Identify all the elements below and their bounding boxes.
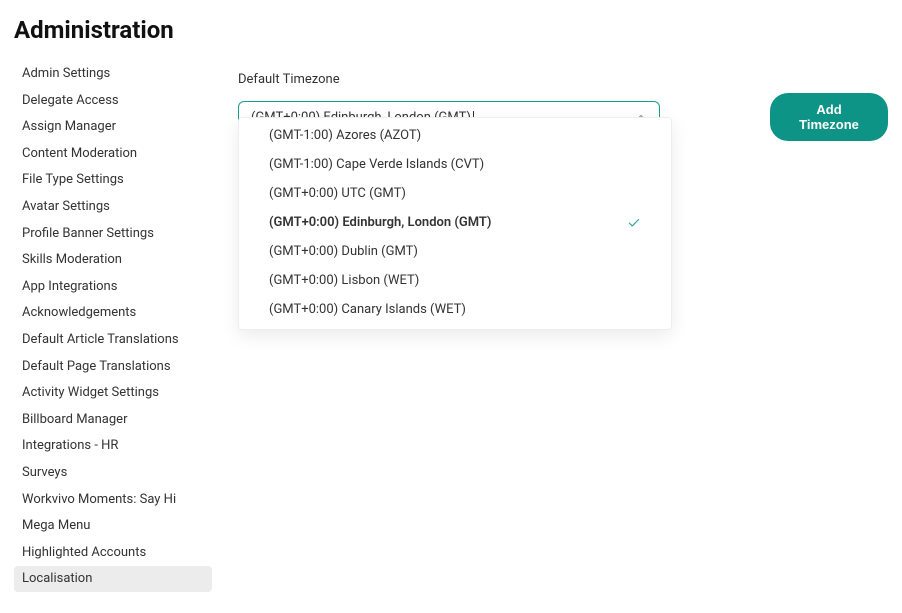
sidebar-item-assign-manager[interactable]: Assign Manager bbox=[14, 114, 212, 140]
timezone-option[interactable]: (GMT+0:00) Lisbon (WET) bbox=[239, 267, 671, 296]
sidebar-item-localisation[interactable]: Localisation bbox=[14, 566, 212, 592]
sidebar-item-skills-moderation[interactable]: Skills Moderation bbox=[14, 247, 212, 273]
sidebar-item-surveys[interactable]: Surveys bbox=[14, 460, 212, 486]
timezone-option-label: (GMT+0:00) Dublin (GMT) bbox=[269, 245, 418, 260]
default-timezone-label: Default Timezone bbox=[238, 72, 888, 87]
sidebar-item-mega-menu[interactable]: Mega Menu bbox=[14, 513, 212, 539]
timezone-option[interactable]: (GMT+0:00) Dublin (GMT) bbox=[239, 238, 671, 267]
sidebar-item-avatar-settings[interactable]: Avatar Settings bbox=[14, 194, 212, 220]
timezone-option-label: (GMT-1:00) Azores (AZOT) bbox=[269, 129, 421, 144]
timezone-option-label: (GMT+0:00) Edinburgh, London (GMT) bbox=[269, 216, 492, 231]
main-panel: Default Timezone (GMT+0:00) Edinburgh, L… bbox=[220, 60, 888, 141]
timezone-option[interactable]: (GMT-1:00) Azores (AZOT) bbox=[239, 122, 671, 151]
timezone-option[interactable]: (GMT+0:00) UTC (GMT) bbox=[239, 180, 671, 209]
timezone-option-label: (GMT+0:00) UTC (GMT) bbox=[269, 187, 406, 202]
timezone-option[interactable]: (GMT+0:00) Canary Islands (WET) bbox=[239, 296, 671, 325]
check-icon bbox=[627, 216, 641, 230]
sidebar-item-activity-widget-settings[interactable]: Activity Widget Settings bbox=[14, 380, 212, 406]
sidebar-item-profile-banner-settings[interactable]: Profile Banner Settings bbox=[14, 221, 212, 247]
sidebar-item-billboard-manager[interactable]: Billboard Manager bbox=[14, 407, 212, 433]
timezone-option[interactable]: (GMT+0:00) Edinburgh, London (GMT) bbox=[239, 209, 671, 238]
sidebar-item-default-article-translations[interactable]: Default Article Translations bbox=[14, 327, 212, 353]
sidebar-item-highlighted-accounts[interactable]: Highlighted Accounts bbox=[14, 540, 212, 566]
sidebar-item-acknowledgements[interactable]: Acknowledgements bbox=[14, 300, 212, 326]
timezone-option-label: (GMT+0:00) Canary Islands (WET) bbox=[269, 303, 466, 318]
sidebar-item-content-moderation[interactable]: Content Moderation bbox=[14, 141, 212, 167]
timezone-option-label: (GMT+0:00) Lisbon (WET) bbox=[269, 274, 419, 289]
sidebar: Admin SettingsDelegate AccessAssign Mana… bbox=[14, 60, 220, 593]
add-timezone-button[interactable]: Add Timezone bbox=[770, 93, 888, 141]
sidebar-item-admin-settings[interactable]: Admin Settings bbox=[14, 61, 212, 87]
sidebar-item-delegate-access[interactable]: Delegate Access bbox=[14, 88, 212, 114]
timezone-option-label: (GMT-1:00) Cape Verde Islands (CVT) bbox=[269, 158, 484, 173]
layout: Admin SettingsDelegate AccessAssign Mana… bbox=[14, 60, 888, 593]
timezone-options-list: (GMT-1:00) Azores (AZOT) (GMT-1:00) Cape … bbox=[238, 117, 672, 330]
sidebar-item-default-page-translations[interactable]: Default Page Translations bbox=[14, 354, 212, 380]
sidebar-item-app-integrations[interactable]: App Integrations bbox=[14, 274, 212, 300]
timezone-option[interactable]: (GMT-1:00) Cape Verde Islands (CVT) bbox=[239, 151, 671, 180]
sidebar-item-file-type-settings[interactable]: File Type Settings bbox=[14, 167, 212, 193]
sidebar-item-integrations-hr[interactable]: Integrations - HR bbox=[14, 433, 212, 459]
page-title: Administration bbox=[14, 16, 888, 44]
sidebar-item-workvivo-moments-say-hi[interactable]: Workvivo Moments: Say Hi bbox=[14, 487, 212, 513]
